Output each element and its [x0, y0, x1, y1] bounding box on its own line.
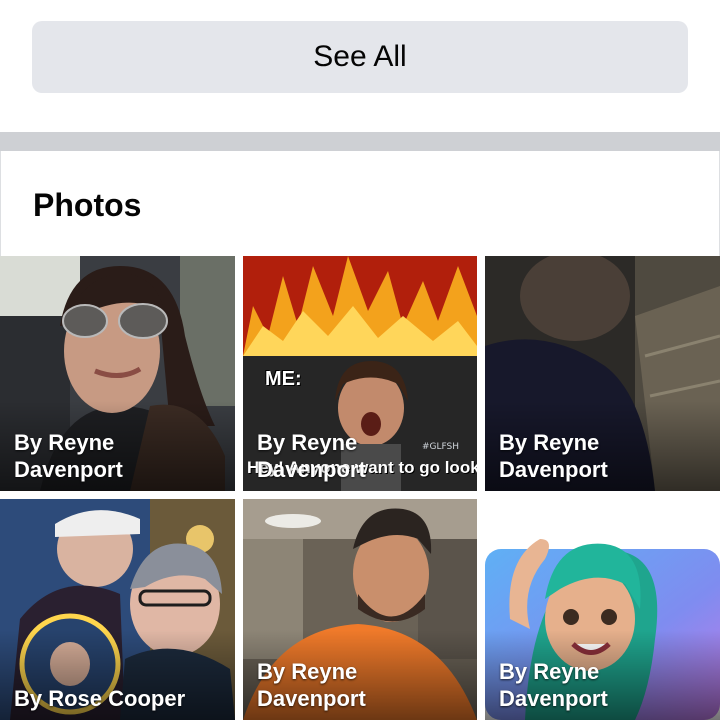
photo-tile-3[interactable]: By Reyne Davenport: [485, 256, 720, 491]
photo-caption: By Rose Cooper: [14, 685, 214, 712]
photo-caption: By Reyne Davenport: [499, 429, 699, 483]
caption-line-1: By Reyne: [257, 659, 358, 684]
caption-line-2: Davenport: [257, 686, 366, 711]
photo-tile-5[interactable]: By Reyne Davenport: [243, 499, 477, 720]
photo-caption: By Reyne Davenport: [499, 658, 699, 712]
see-all-section: See All: [0, 0, 720, 132]
photo-tile-6[interactable]: By Reyne Davenport: [485, 499, 720, 720]
photo-tile-4[interactable]: By Rose Cooper: [0, 499, 235, 720]
see-all-button[interactable]: See All: [32, 21, 688, 93]
caption-line-2: Davenport: [499, 457, 608, 482]
photo-tile-2[interactable]: ME: #GLFSH Hey! Anyone want to go look f…: [243, 256, 477, 491]
photo-caption: By Reyne Davenport: [257, 429, 457, 483]
caption-line-1: By Rose Cooper: [14, 686, 186, 711]
photos-header: Photos: [0, 151, 720, 256]
caption-line-1: By Reyne: [499, 430, 600, 455]
photos-title: Photos: [33, 187, 142, 223]
photo-tile-1[interactable]: By Reyne Davenport: [0, 256, 235, 491]
caption-line-2: Davenport: [257, 457, 366, 482]
photo-caption: By Reyne Davenport: [257, 658, 457, 712]
photo-caption: By Reyne Davenport: [14, 429, 214, 483]
photo-grid: By Reyne Davenport ME: #GLFSH Hey! Anyon…: [0, 256, 720, 720]
caption-line-1: By Reyne: [14, 430, 115, 455]
caption-line-2: Davenport: [499, 686, 608, 711]
caption-line-1: By Reyne: [257, 430, 358, 455]
section-divider: [0, 132, 720, 151]
meme-top-text: ME:: [265, 368, 302, 390]
caption-line-1: By Reyne: [499, 659, 600, 684]
caption-line-2: Davenport: [14, 457, 123, 482]
